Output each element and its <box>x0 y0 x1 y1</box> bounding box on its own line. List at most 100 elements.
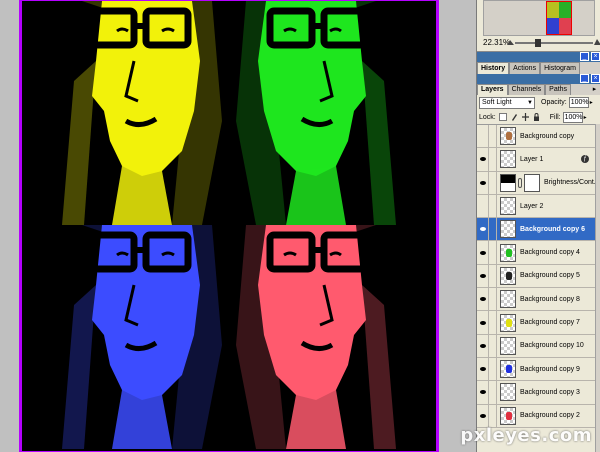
thumbnail-content <box>506 248 512 257</box>
tab-actions[interactable]: Actions <box>509 62 541 74</box>
visibility-toggle[interactable] <box>477 380 489 404</box>
zoom-slider[interactable] <box>515 39 593 47</box>
layer-row[interactable]: Background copy 7 <box>477 311 600 335</box>
portrait-art <box>22 225 229 449</box>
blend-mode-value: Soft Light <box>482 98 512 106</box>
layer-row[interactable]: Background copy 6 <box>477 217 600 242</box>
layer-row[interactable]: Layer 1 ƒ <box>477 147 600 172</box>
close-icon[interactable]: × <box>591 52 600 61</box>
chain-link-icon[interactable] <box>518 177 522 188</box>
opacity-field[interactable]: 100% <box>568 97 589 108</box>
visibility-toggle[interactable] <box>477 334 489 358</box>
opacity-arrow-icon[interactable]: ▸ <box>590 99 593 106</box>
link-cell[interactable] <box>489 334 497 358</box>
visibility-toggle[interactable] <box>477 404 489 428</box>
visibility-toggle[interactable] <box>477 171 489 195</box>
lock-move-icon[interactable] <box>521 113 529 121</box>
layer-effects-icon[interactable]: ƒ <box>581 155 589 164</box>
minimize-icon[interactable]: _ <box>580 74 589 83</box>
visibility-toggle[interactable] <box>477 217 489 241</box>
panel-menu-icon[interactable]: ▸ <box>590 85 599 94</box>
tab-layers[interactable]: Layers <box>477 84 508 95</box>
layer-row[interactable]: Background copy 4 <box>477 241 600 265</box>
adjustment-layer-icon <box>500 173 516 192</box>
layer-name: Background copy 5 <box>520 272 580 280</box>
opacity-label: Opacity: <box>541 99 567 106</box>
eye-icon <box>479 343 486 348</box>
layer-row[interactable]: Background copy 3 <box>477 380 600 405</box>
layer-name: Layer 2 <box>520 202 544 210</box>
layer-thumbnail <box>500 243 516 262</box>
link-cell[interactable] <box>489 357 497 381</box>
layer-row[interactable]: Background copy 5 <box>477 264 600 289</box>
link-cell[interactable] <box>489 380 497 404</box>
thumb-green <box>559 2 571 18</box>
layer-thumbnail <box>500 313 516 332</box>
link-cell[interactable] <box>489 404 497 428</box>
layer-name: Background copy 9 <box>520 365 580 373</box>
visibility-toggle[interactable] <box>477 357 489 381</box>
eye-icon <box>479 297 486 302</box>
lock-transparency-icon[interactable] <box>498 113 507 121</box>
blend-mode-select[interactable]: Soft Light ▼ <box>479 96 535 109</box>
chevron-down-icon: ▼ <box>527 99 533 106</box>
layer-row[interactable]: Background copy 9 <box>477 357 600 382</box>
visibility-toggle[interactable] <box>477 264 489 288</box>
layer-list-scrollbar[interactable] <box>595 124 600 452</box>
link-cell[interactable] <box>489 194 497 218</box>
tab-histogram[interactable]: Histogram <box>540 62 580 74</box>
layer-list: Background copy Layer 1 ƒ Brightness/Cont..… <box>477 124 600 452</box>
link-cell[interactable] <box>489 287 497 311</box>
portrait-art <box>229 1 436 225</box>
lock-icon[interactable] <box>533 113 540 121</box>
tab-history[interactable]: History <box>477 62 510 74</box>
link-cell[interactable] <box>489 125 497 148</box>
layer-name: Background copy 10 <box>520 342 584 350</box>
lock-row: Lock: Fill: 100% ▸ <box>479 111 599 123</box>
visibility-toggle[interactable] <box>477 125 489 148</box>
fill-arrow-icon[interactable]: ▸ <box>584 114 587 121</box>
layer-row[interactable]: Brightness/Cont... <box>477 171 600 195</box>
zoom-out-icon[interactable] <box>507 39 514 45</box>
lock-brush-icon[interactable] <box>511 113 518 121</box>
canvas-area[interactable] <box>0 0 476 452</box>
layer-thumbnail <box>500 127 516 146</box>
zoom-slider-knob[interactable] <box>535 39 541 47</box>
visibility-toggle[interactable] <box>477 194 489 218</box>
layers-titlebar: _ × <box>477 74 600 84</box>
navigator-panel: 22.31% <box>477 0 600 52</box>
thumbnail-content <box>506 411 512 420</box>
link-cell[interactable] <box>489 147 497 171</box>
history-tab-row: History Actions Histogram <box>477 62 600 74</box>
close-icon[interactable]: × <box>591 74 600 83</box>
layer-thumbnail <box>500 266 516 285</box>
document-canvas[interactable] <box>19 0 439 452</box>
layer-thumbnail <box>500 383 516 402</box>
layer-thumbnail <box>500 150 516 169</box>
minimize-icon[interactable]: _ <box>580 52 589 61</box>
link-cell[interactable] <box>489 241 497 265</box>
visibility-toggle[interactable] <box>477 147 489 171</box>
eye-icon <box>479 390 486 395</box>
navigator-preview[interactable] <box>483 0 595 36</box>
visibility-toggle[interactable] <box>477 311 489 335</box>
navigator-thumbnail <box>546 1 572 35</box>
visibility-toggle[interactable] <box>477 241 489 265</box>
tab-channels[interactable]: Channels <box>507 84 546 95</box>
link-cell[interactable] <box>489 264 497 288</box>
visibility-toggle[interactable] <box>477 287 489 311</box>
link-cell[interactable] <box>489 311 497 335</box>
layer-row[interactable]: Background copy 10 <box>477 334 600 358</box>
layer-row[interactable]: Background copy 8 <box>477 287 600 312</box>
zoom-in-icon[interactable] <box>594 39 600 45</box>
eye-icon <box>479 413 486 418</box>
link-cell[interactable] <box>489 217 497 241</box>
layer-row[interactable]: Background copy <box>477 125 600 149</box>
link-cell[interactable] <box>489 171 497 195</box>
layer-mask-thumbnail[interactable] <box>524 173 540 192</box>
tab-paths[interactable]: Paths <box>545 84 572 95</box>
layer-thumbnail <box>500 336 516 355</box>
panel-titlebar: _ × <box>477 52 600 62</box>
layer-row[interactable]: Layer 2 <box>477 194 600 219</box>
fill-field[interactable]: 100% <box>562 111 583 123</box>
